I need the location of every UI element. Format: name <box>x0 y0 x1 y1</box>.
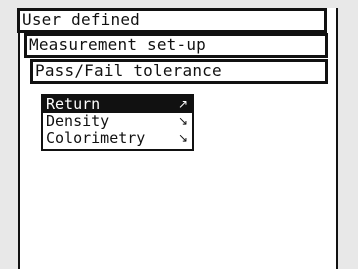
arrow-up-right-icon: ↗ <box>177 97 188 111</box>
breadcrumb-user-defined: User defined <box>17 8 327 33</box>
menu-item-colorimetry[interactable]: Colorimetry ↘ <box>43 130 192 147</box>
breadcrumb-pass-fail-tolerance: Pass/Fail tolerance <box>30 59 328 84</box>
arrow-down-right-icon: ↘ <box>177 131 188 145</box>
header-measurement-setup-label: Measurement set-up <box>29 35 206 54</box>
arrow-down-right-icon: ↘ <box>177 114 188 128</box>
submenu: Return ↗ Density ↘ Colorimetry ↘ <box>41 94 194 151</box>
menu-item-label: Return <box>46 95 101 113</box>
header-pass-fail-label: Pass/Fail tolerance <box>35 61 222 80</box>
menu-item-return[interactable]: Return ↗ <box>43 96 192 113</box>
menu-item-label: Colorimetry <box>46 129 146 147</box>
menu-item-label: Density <box>46 112 110 130</box>
breadcrumb-measurement-setup: Measurement set-up <box>24 33 328 58</box>
menu-item-density[interactable]: Density ↘ <box>43 113 192 130</box>
header-user-defined-label: User defined <box>22 10 140 29</box>
